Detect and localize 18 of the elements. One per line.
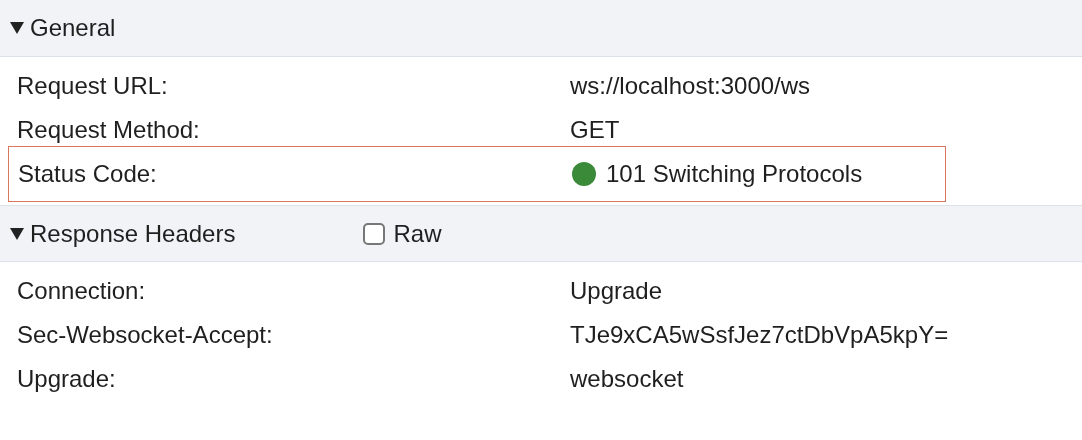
field-label: Upgrade: <box>17 365 117 393</box>
field-value: Upgrade <box>570 277 663 305</box>
field-label: Status Code: <box>18 160 158 188</box>
field-value: TJe9xCA5wSsfJez7ctDbVpA5kpY= <box>570 321 949 349</box>
field-label: Request Method: <box>17 116 201 144</box>
field-value: ws://localhost:3000/ws <box>570 72 811 100</box>
field-value: websocket <box>570 365 684 393</box>
section-header[interactable]: General <box>0 0 1082 57</box>
field-label: Connection: <box>17 277 147 305</box>
section-title: Response Headers <box>30 219 236 248</box>
raw-checkbox[interactable] <box>363 222 386 245</box>
field-label: Sec-Websocket-Accept: <box>17 321 274 349</box>
section-title: General <box>30 14 116 42</box>
field-value: 101 Switching Protocols <box>606 160 863 188</box>
field-value: GET <box>570 116 620 144</box>
checkbox-label: Raw <box>393 219 442 248</box>
field-label: Request URL: <box>17 72 169 100</box>
section-header[interactable]: Response Headers Raw <box>0 205 1082 262</box>
